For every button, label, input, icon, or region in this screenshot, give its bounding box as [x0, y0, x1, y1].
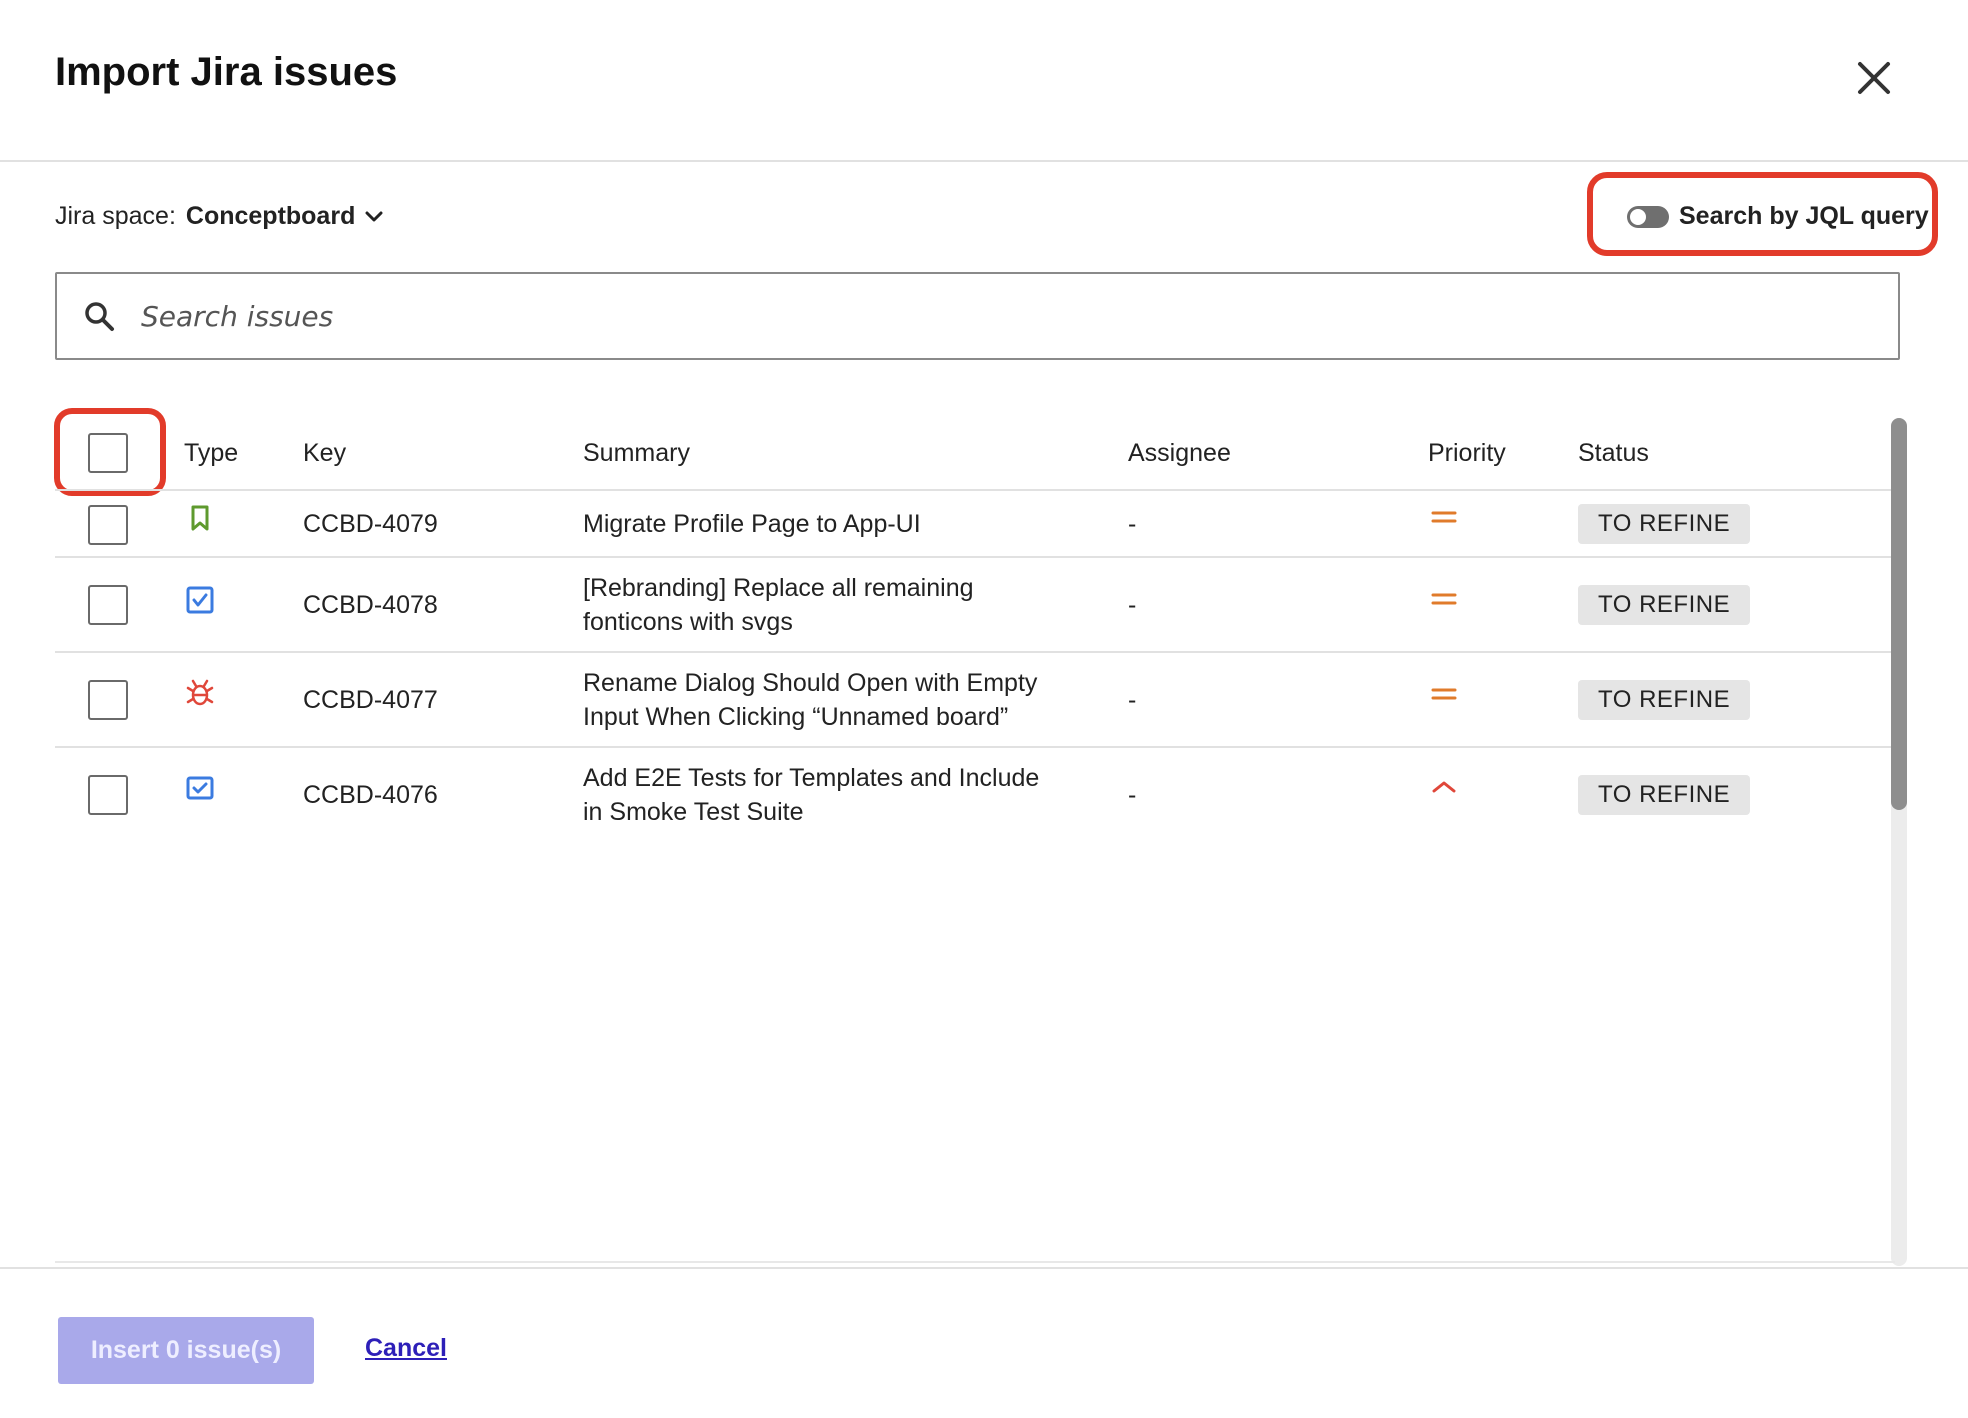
search-box[interactable] [55, 272, 1900, 360]
table-row[interactable]: CCBD-4079 Migrate Profile Page to App-UI… [55, 491, 1893, 558]
issue-summary: Add E2E Tests for Templates and Include … [583, 761, 1039, 829]
cancel-link[interactable]: Cancel [365, 1334, 447, 1363]
close-icon [1858, 62, 1890, 94]
issue-summary-line: fonticons with svgs [583, 608, 793, 636]
jira-space-select[interactable]: Conceptboard [186, 202, 383, 231]
issue-key: CCBD-4078 [303, 591, 438, 619]
priority-medium-icon [1431, 688, 1457, 700]
header-type: Type [184, 439, 239, 467]
toggle-knob [1628, 206, 1648, 227]
priority-high-icon [1432, 781, 1456, 793]
subtask-checkbox-icon [186, 776, 214, 800]
priority-medium-icon [1431, 593, 1457, 605]
jql-toggle[interactable]: Search by JQL query [1627, 202, 1929, 231]
table-bottom-divider [55, 1261, 1895, 1263]
select-all-checkbox[interactable] [88, 433, 128, 473]
insert-issues-button[interactable]: Insert 0 issue(s) [58, 1317, 314, 1384]
jql-toggle-label: Search by JQL query [1679, 202, 1929, 230]
issue-summary: Rename Dialog Should Open with Empty Inp… [583, 666, 1037, 734]
issue-key: CCBD-4079 [303, 510, 438, 538]
dialog-title: Import Jira issues [55, 50, 398, 94]
issues-table: Type Key Summary Assignee Priority Statu… [55, 415, 1893, 1265]
table-scrollbar-thumb[interactable] [1891, 418, 1907, 810]
toggle-switch[interactable] [1627, 205, 1669, 228]
issue-summary-line: Add E2E Tests for Templates and Include [583, 764, 1040, 792]
status-badge: TO REFINE [1578, 504, 1751, 544]
status-badge: TO REFINE [1578, 680, 1751, 720]
header-summary: Summary [583, 439, 690, 467]
issue-assignee: - [1128, 591, 1137, 619]
issue-key: CCBD-4076 [303, 781, 438, 809]
header-assignee: Assignee [1128, 439, 1231, 467]
row-checkbox[interactable] [88, 680, 128, 720]
status-badge: TO REFINE [1578, 585, 1751, 625]
header-priority: Priority [1428, 439, 1506, 467]
header-key: Key [303, 439, 347, 467]
close-button[interactable] [1852, 56, 1896, 100]
priority-medium-icon [1431, 511, 1457, 523]
table-header: Type Key Summary Assignee Priority Statu… [55, 415, 1893, 491]
search-icon [85, 302, 114, 331]
issue-summary: Migrate Profile Page to App-UI [583, 510, 921, 538]
dialog-header: Import Jira issues [0, 0, 1968, 162]
footer-divider [0, 1267, 1968, 1269]
jira-space-label: Jira space: [55, 202, 176, 230]
issue-summary-line: Rename Dialog Should Open with Empty [583, 669, 1038, 697]
row-checkbox[interactable] [88, 585, 128, 625]
issue-assignee: - [1128, 510, 1137, 538]
table-row[interactable]: CCBD-4077 Rename Dialog Should Open with… [55, 653, 1893, 748]
issue-key: CCBD-4077 [303, 686, 438, 714]
bug-icon [186, 679, 214, 706]
issue-summary-line: [Rebranding] Replace all remaining [583, 574, 974, 602]
task-checkbox-icon [186, 586, 214, 614]
chevron-down-icon [365, 211, 383, 221]
issue-summary-line: Input When Clicking “Unnamed board” [583, 703, 1009, 731]
table-row[interactable]: CCBD-4078 [Rebranding] Replace all remai… [55, 558, 1893, 653]
jira-space-value: Conceptboard [185, 202, 356, 230]
jira-space-row: Jira space: Conceptboard [55, 202, 383, 231]
row-checkbox[interactable] [88, 505, 128, 545]
search-input[interactable] [141, 299, 1841, 333]
issue-assignee: - [1128, 781, 1137, 809]
header-status: Status [1578, 439, 1649, 467]
row-checkbox[interactable] [88, 775, 128, 815]
bookmark-icon [191, 505, 209, 531]
issue-summary-line: in Smoke Test Suite [583, 798, 804, 826]
status-badge: TO REFINE [1578, 775, 1751, 815]
table-row[interactable]: CCBD-4076 Add E2E Tests for Templates an… [55, 748, 1893, 843]
issue-assignee: - [1128, 686, 1137, 714]
issue-summary: [Rebranding] Replace all remaining fonti… [583, 571, 974, 639]
